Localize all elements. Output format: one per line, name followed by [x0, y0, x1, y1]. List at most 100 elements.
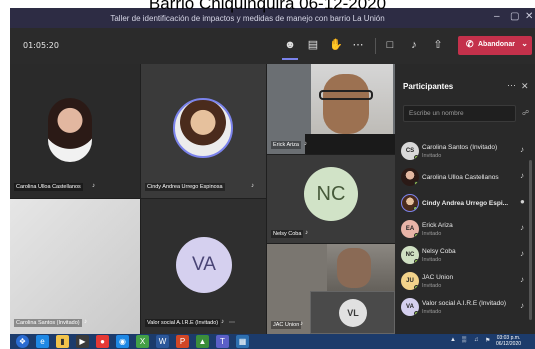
avatar	[173, 98, 233, 158]
taskbar-clock[interactable]: 03:03 p.m. 06/12/2020	[496, 335, 521, 347]
participant-row[interactable]: VA Valor social A.I.R.E (Invitado) Invit…	[401, 295, 529, 321]
video-tile[interactable]: Carolina Santos (Invitado) ♪	[10, 199, 140, 334]
participant-name: Carolina Ulloa Castellanos	[14, 183, 83, 191]
participant-name: Carolina Ulloa Castellanos	[422, 174, 499, 181]
chevron-down-icon[interactable]: ⌄	[521, 39, 528, 48]
video-tile[interactable]: Carolina Ulloa Castellanos ♪	[10, 64, 140, 198]
raise-hand-icon[interactable]: ✋	[328, 37, 344, 53]
meeting-timer: 01:05:20	[23, 41, 59, 50]
avatar: NC	[401, 246, 419, 264]
invite-icon[interactable]: ☍	[522, 109, 529, 117]
mic-icon: ●	[520, 197, 525, 206]
app-icon[interactable]: ◉	[116, 335, 129, 348]
video-tile[interactable]: VA Valor social A.I.R.E (Invitado) ♪ ⋯	[141, 199, 266, 334]
participant-row[interactable]: EA Erick Ariza Invitado ♪	[401, 217, 529, 243]
participant-role: Invitado	[422, 153, 442, 159]
mic-off-icon: ♪	[520, 275, 524, 284]
chrome-icon[interactable]: ●	[96, 335, 109, 348]
start-button-icon[interactable]: ❖	[16, 335, 29, 348]
mic-off-icon: ♪	[520, 249, 524, 258]
search-input[interactable]: Escribe un nombre	[403, 105, 516, 122]
more-icon[interactable]: ⋯	[229, 319, 235, 326]
app-icon[interactable]: ▦	[236, 335, 249, 348]
mic-off-icon: ♪	[520, 145, 524, 154]
mic-off-icon: ♪	[221, 319, 224, 325]
participant-name: Carolina Santos (Invitado)	[422, 144, 498, 151]
folder-icon[interactable]: ▮	[56, 335, 69, 348]
avatar	[401, 194, 419, 212]
share-icon[interactable]: ⇧	[430, 37, 446, 53]
participant-row[interactable]: Carolina Ulloa Castellanos ♪	[401, 165, 529, 191]
window-title: Taller de identificación de impactos y m…	[110, 14, 385, 23]
video-tile[interactable]: JAC Union ♪ VL	[267, 244, 395, 334]
avatar-initials: VL	[339, 299, 367, 327]
avatar: VA	[401, 298, 419, 316]
video-tile[interactable]: Cindy Andrea Urrego Espinosa ♪	[141, 64, 266, 198]
self-view-tile[interactable]: VL	[310, 291, 395, 334]
glasses	[319, 90, 373, 100]
leave-button[interactable]: ✆ Abandonar ⌄	[458, 36, 532, 55]
participant-row[interactable]: CS Carolina Santos (Invitado) Invitado ♪	[401, 139, 529, 165]
camera-off-icon[interactable]: □	[382, 37, 398, 53]
participant-name: Valor social A.I.R.E (Invitado)	[422, 300, 507, 307]
excel-icon[interactable]: X	[136, 335, 149, 348]
word-icon[interactable]: W	[156, 335, 169, 348]
participant-role: Invitado	[422, 257, 442, 263]
phone-icon: ✆	[466, 39, 474, 49]
mic-off-icon: ♪	[300, 321, 303, 327]
face	[323, 74, 369, 134]
mic-off-icon[interactable]: ♪	[406, 37, 422, 53]
avatar: EA	[401, 220, 419, 238]
participant-name: Cindy Andrea Urrego Espinosa	[145, 183, 225, 191]
flag-icon[interactable]: ⚑	[485, 337, 490, 344]
participant-name: Erick Ariza	[422, 222, 453, 229]
participant-name: Carolina Santos (Invitado)	[14, 319, 82, 327]
mic-off-icon: ♪	[520, 301, 524, 310]
close-icon[interactable]: ✕	[521, 81, 529, 92]
avatar: CS	[401, 142, 419, 160]
avatar: JU	[401, 272, 419, 290]
participant-name: Cindy Andrea Urrego Espi...	[422, 200, 509, 207]
participants-panel: Participantes ⋯ ✕ Escribe un nombre ☍ CS…	[395, 64, 535, 334]
avatar-initials: VA	[176, 237, 232, 293]
more-icon[interactable]: ⋯	[507, 80, 516, 91]
face	[337, 248, 371, 288]
browser-icon[interactable]: e	[36, 335, 49, 348]
participant-name: JAC Union	[422, 274, 454, 281]
meeting-toolbar: 01:05:20 ☻ ▤ ✋ ⋯ □ ♪ ⇧ ✆ Abandonar ⌄	[10, 28, 535, 64]
leave-button-label: Abandonar	[478, 41, 515, 48]
teams-meeting-window: Barrio Chiquinquirá 06-12-2020 Taller de…	[0, 0, 535, 349]
panel-scrollbar[interactable]	[529, 160, 532, 320]
video-feed	[10, 199, 140, 334]
participant-name: Erick Ariza	[271, 141, 301, 149]
participant-name: Nelsy Coba	[422, 248, 456, 255]
video-tile[interactable]: Erick Ariza ♪	[267, 64, 395, 154]
powerpoint-icon[interactable]: P	[176, 335, 189, 348]
mic-off-icon: ♪	[92, 183, 95, 189]
participant-row[interactable]: NC Nelsy Coba Invitado ♪	[401, 243, 529, 269]
shirt	[305, 134, 395, 154]
mic-off-icon: ♪	[84, 319, 87, 325]
participant-role: Invitado	[422, 309, 442, 315]
more-icon[interactable]: ⋯	[350, 37, 366, 53]
tray-arrow-icon[interactable]: ▲	[450, 337, 456, 343]
participant-row[interactable]: JU JAC Union Invitado ♪	[401, 269, 529, 295]
avatar	[401, 168, 419, 186]
avatar	[48, 98, 92, 162]
toolbar-divider	[375, 38, 376, 54]
clock-date: 06/12/2020	[496, 341, 522, 347]
video-tile[interactable]: NC Nelsy Coba ♪	[267, 155, 395, 243]
media-player-icon[interactable]: ▶	[76, 335, 89, 348]
app-icon[interactable]: ▲	[196, 335, 209, 348]
volume-icon[interactable]: ♫	[474, 337, 479, 343]
os-taskbar: ❖ e ▮ ▶ ● ◉ X W P ▲ T ▦ ▲ ▒ ♫ ⚑ 03:03 p.…	[10, 334, 535, 349]
participant-row[interactable]: Cindy Andrea Urrego Espi... ●	[401, 191, 529, 217]
mic-off-icon: ♪	[520, 223, 524, 232]
mic-off-icon: ♪	[305, 230, 308, 236]
chat-icon[interactable]: ▤	[305, 37, 321, 53]
participants-icon[interactable]: ☻	[282, 37, 298, 53]
teams-icon[interactable]: T	[216, 335, 229, 348]
network-icon[interactable]: ▒	[462, 337, 466, 343]
active-indicator	[282, 58, 298, 60]
participant-role: Invitado	[422, 231, 442, 237]
